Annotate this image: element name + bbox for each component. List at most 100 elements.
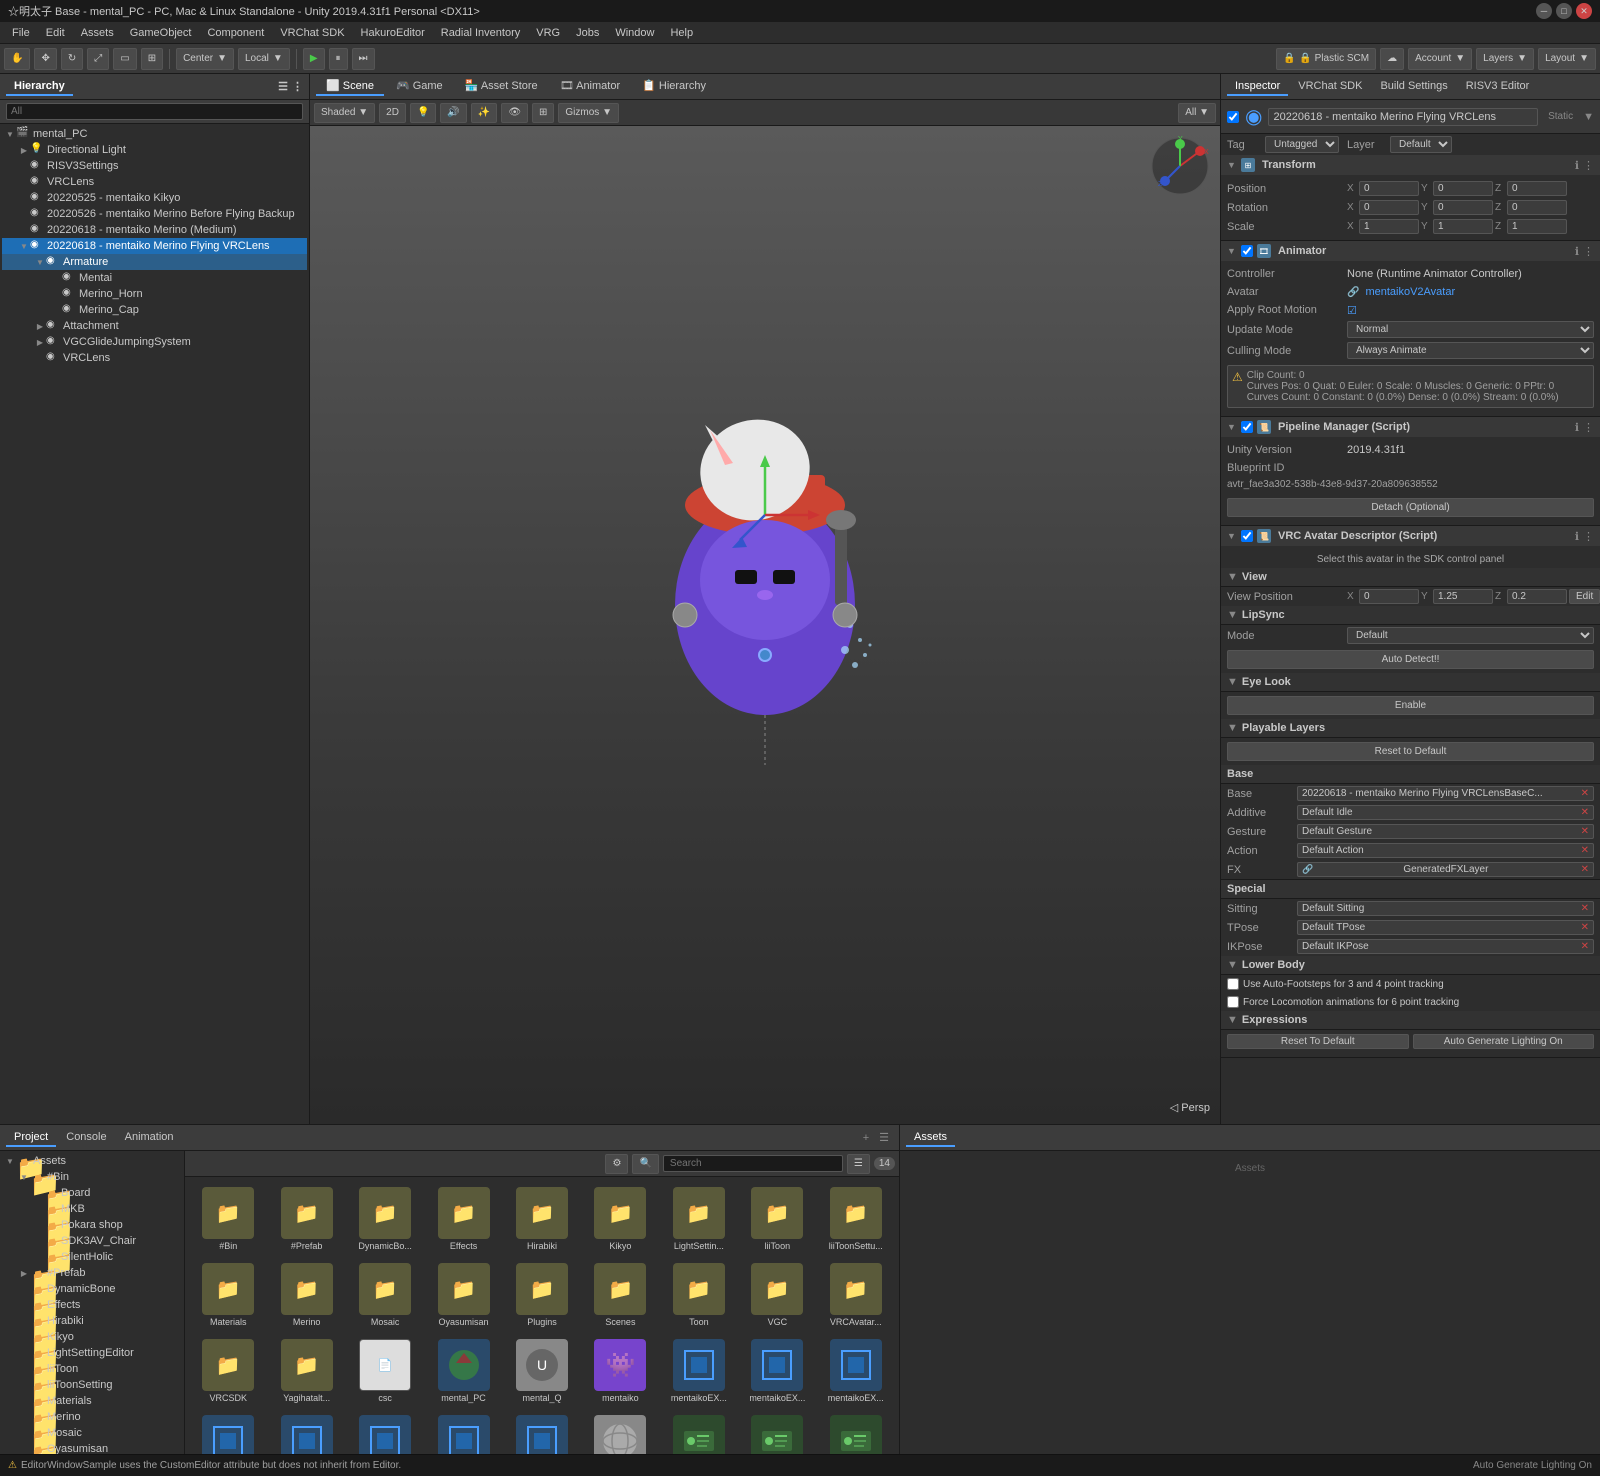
hierarchy-tab[interactable]: Hierarchy [6, 78, 73, 96]
tree-item-backup[interactable]: ◉ 20220526 - mentaiko Merino Before Flyi… [2, 206, 307, 222]
kik-toggle[interactable] [18, 1331, 30, 1343]
inspector-tab-inspector[interactable]: Inspector [1227, 78, 1288, 96]
sidebar-mkb[interactable]: 📁 MKB [2, 1201, 182, 1217]
tree-item-merino-horn[interactable]: ◉ Merino_Horn [2, 286, 307, 302]
scale-z-input[interactable] [1507, 219, 1567, 234]
layer-base-value[interactable]: 20220618 - mentaiko Merino Flying VRCLen… [1297, 786, 1594, 801]
audio-button[interactable]: 🔊 [440, 103, 466, 123]
tree-toggle[interactable] [18, 160, 30, 172]
reset-expressions-button[interactable]: Reset To Default [1227, 1034, 1409, 1049]
sidebar-dynamicbone[interactable]: 📁 DynamicBone [2, 1281, 182, 1297]
layer-fx-x[interactable]: ✕ [1581, 864, 1589, 875]
asset-effects[interactable]: 📁 Effects [426, 1183, 500, 1255]
playable-layers-section-title[interactable]: ▼ Playable Layers [1221, 719, 1600, 738]
scene-visibility[interactable]: 👁 [501, 103, 528, 123]
prefab-toggle[interactable]: ▶ [18, 1267, 30, 1279]
viewport-tab-asset-store[interactable]: 🏪 Asset Store [455, 77, 548, 96]
viewport-tab-scene[interactable]: ⬜ Scene [316, 77, 384, 96]
layer-sitting-value[interactable]: Default Sitting ✕ [1297, 901, 1594, 916]
asset-mentaiko-e5[interactable]: mentaikoE... [269, 1411, 343, 1454]
tree-item-kikyo[interactable]: ◉ 20220525 - mentaiko Kikyo [2, 190, 307, 206]
plastic-scm-button[interactable]: 🔒 🔒 Plastic SCM [1276, 48, 1376, 70]
asset-mosaic[interactable]: 📁 Mosaic [348, 1259, 422, 1331]
rotation-z-input[interactable] [1507, 200, 1567, 215]
hand-tool-button[interactable]: ✋ [4, 48, 30, 70]
reset-to-default-button[interactable]: Reset to Default [1227, 742, 1594, 761]
mat-toggle[interactable] [18, 1395, 30, 1407]
enable-button[interactable]: Enable [1227, 696, 1594, 715]
tree-item-vgc[interactable]: ▶ ◉ VGCGlideJumpingSystem [2, 334, 307, 350]
gizmos-dropdown[interactable]: Gizmos ▼ [558, 103, 619, 123]
menu-jobs[interactable]: Jobs [568, 25, 607, 41]
tree-toggle[interactable] [34, 352, 46, 364]
asset-dynamicbo[interactable]: 📁 DynamicBo... [348, 1183, 422, 1255]
asset-prefab[interactable]: 📁 #Prefab [269, 1183, 343, 1255]
view-z-input[interactable] [1507, 589, 1567, 604]
hierarchy-menu-icon[interactable]: ☰ [278, 80, 288, 93]
vrc-enabled-checkbox[interactable] [1241, 530, 1253, 542]
sidebar-bin[interactable]: ▼ 📁 #Bin [2, 1169, 182, 1185]
apply-root-motion-checkbox[interactable]: ☑ [1347, 304, 1357, 317]
sidebar-prefab[interactable]: ▶ 📁 #Prefab [2, 1265, 182, 1281]
asset-prefab-id-2[interactable]: prefab-id-v... [740, 1411, 814, 1454]
assets-filter-button[interactable]: ☰ [847, 1154, 870, 1174]
tree-item-armature[interactable]: ▼ ◉ Armature [2, 254, 307, 270]
inspector-tab-vrchat-sdk[interactable]: VRChat SDK [1290, 78, 1370, 96]
scale-tool-button[interactable]: ⤢ [87, 48, 109, 70]
layout-button[interactable]: Layout▼ [1538, 48, 1596, 70]
hierarchy-search-input[interactable] [6, 103, 303, 120]
le-toggle[interactable] [18, 1347, 30, 1359]
project-menu-icon[interactable]: ☰ [875, 1131, 893, 1144]
auto-footsteps-checkbox[interactable] [1227, 978, 1239, 990]
animator-enabled-checkbox[interactable] [1241, 245, 1253, 257]
mkb-toggle[interactable] [32, 1203, 44, 1215]
tree-item-vrclens-child[interactable]: ◉ VRCLens [2, 350, 307, 366]
project-add-button[interactable]: + [859, 1132, 873, 1144]
transform-tool-button[interactable]: ⊞ [141, 48, 163, 70]
tree-toggle[interactable] [18, 208, 30, 220]
layer-ikpose-x[interactable]: ✕ [1581, 941, 1589, 952]
expressions-section-title[interactable]: ▼ Expressions [1221, 1011, 1600, 1030]
menu-gameobject[interactable]: GameObject [122, 25, 200, 41]
assets-refresh-button[interactable]: 🔍 [632, 1154, 658, 1174]
sidebar-mosaic[interactable]: 📁 Mosaic [2, 1425, 182, 1441]
menu-radial-inventory[interactable]: Radial Inventory [433, 25, 529, 41]
tree-toggle[interactable] [50, 288, 62, 300]
view-edit-button[interactable]: Edit [1569, 589, 1600, 604]
force-locomotion-checkbox[interactable] [1227, 996, 1239, 1008]
layer-gesture-x[interactable]: ✕ [1581, 826, 1589, 837]
viewport-tab-game[interactable]: 🎮 Game [386, 77, 453, 96]
menu-vrg[interactable]: VRG [528, 25, 568, 41]
scene-viewport[interactable]: X Y Z ◁ Persp [310, 126, 1220, 1124]
mos-toggle[interactable] [18, 1427, 30, 1439]
tree-item-medium[interactable]: ◉ 20220618 - mentaiko Merino (Medium) [2, 222, 307, 238]
asset-prefab-id-1[interactable]: prefab-id-v... [662, 1411, 736, 1454]
layer-action-x[interactable]: ✕ [1581, 845, 1589, 856]
sh-toggle[interactable] [32, 1251, 44, 1263]
asset-mental-q[interactable]: U mental_Q [505, 1335, 579, 1407]
menu-hakuroeditor[interactable]: HakuroEditor [353, 25, 433, 41]
scale-y-input[interactable] [1433, 219, 1493, 234]
transform-header[interactable]: ▼ ⊞ Transform ℹ ⋮ [1221, 155, 1600, 175]
scale-x-input[interactable] [1359, 219, 1419, 234]
asset-mental-pc[interactable]: mental_PC [426, 1335, 500, 1407]
mer-toggle[interactable] [18, 1411, 30, 1423]
layer-fx-value[interactable]: 🔗 GeneratedFXLayer ✕ [1297, 862, 1594, 877]
asset-merino[interactable]: 📁 Merino [269, 1259, 343, 1331]
asset-liitoonsettu[interactable]: 📁 liiToonSettu... [819, 1183, 893, 1255]
layer-additive-x[interactable]: ✕ [1581, 807, 1589, 818]
position-z-input[interactable] [1507, 181, 1567, 196]
update-mode-dropdown[interactable]: Normal [1347, 321, 1594, 338]
tree-toggle[interactable] [18, 176, 30, 188]
pipeline-enabled-checkbox[interactable] [1241, 421, 1253, 433]
tree-item-directional-light[interactable]: ▶ 💡 Directional Light [2, 142, 307, 158]
sidebar-lighteditor[interactable]: 📁 LightSettingEditor [2, 1345, 182, 1361]
transform-menu-icon[interactable]: ⋮ [1583, 159, 1594, 172]
animator-menu-icon[interactable]: ⋮ [1583, 245, 1594, 258]
object-name-input[interactable] [1268, 108, 1538, 126]
asset-mentaiko-ex1[interactable]: mentaikoEX... [662, 1335, 736, 1407]
assets-root-item[interactable]: ▼ 📁 Assets [2, 1153, 182, 1169]
animator-header[interactable]: ▼ 🎞 Animator ℹ ⋮ [1221, 241, 1600, 261]
hierarchy-options-icon[interactable]: ⋮ [292, 80, 303, 93]
auto-detect-button[interactable]: Auto Detect!! [1227, 650, 1594, 669]
